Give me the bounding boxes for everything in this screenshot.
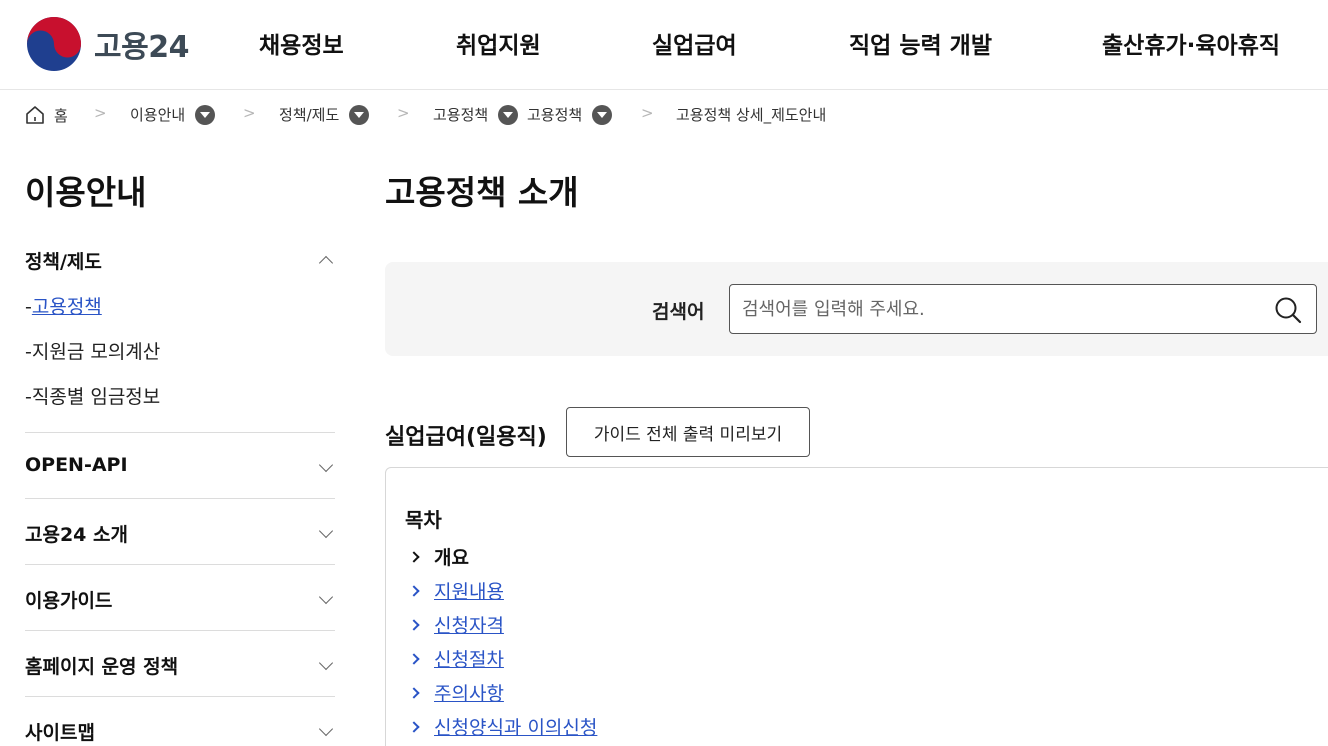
chevron-down-icon xyxy=(318,589,334,605)
breadcrumb-label: 고용정책 xyxy=(433,106,489,124)
page-title: 고용정책 소개 xyxy=(385,173,579,212)
toc-item-label: 개요 xyxy=(434,547,469,569)
sidebar-group-label: OPEN-API xyxy=(25,454,128,476)
site-logo[interactable]: 고용24 xyxy=(26,16,189,72)
dash: - xyxy=(25,386,32,408)
breadcrumb: 홈 > 이용안내 > 정책/제도 > 고용정책 고용정책 > 고용정책 상세_제… xyxy=(0,90,1328,140)
breadcrumb-label: 이용안내 xyxy=(130,106,186,124)
dropdown-icon[interactable] xyxy=(592,104,613,125)
breadcrumb-item-employment-policy-2[interactable]: 고용정책 xyxy=(527,104,613,125)
dash: - xyxy=(25,341,32,363)
sidebar-group-usage-guide[interactable]: 이용가이드 xyxy=(25,586,335,612)
chevron-right-icon: > xyxy=(641,104,654,122)
dash: - xyxy=(25,296,32,318)
toc-item-label: 신청절차 xyxy=(434,649,504,671)
toc-item-eligibility[interactable]: 신청자격 xyxy=(408,611,504,638)
chevron-right-icon: > xyxy=(397,104,410,122)
toc-item-label: 신청양식과 이의신청 xyxy=(434,717,598,739)
nav-vocational-training[interactable]: 직업 능력 개발 xyxy=(849,26,992,60)
divider xyxy=(25,432,335,433)
search-icon[interactable] xyxy=(1273,295,1303,325)
toc-item-procedure[interactable]: 신청절차 xyxy=(408,645,504,672)
sidebar-group-site-policy[interactable]: 홈페이지 운영 정책 xyxy=(25,652,335,678)
sidebar-group-sitemap[interactable]: 사이트맵 xyxy=(25,718,335,744)
breadcrumb-label: 고용정책 상세_제도안내 xyxy=(676,106,827,124)
nav-job-info[interactable]: 채용정보 xyxy=(259,26,344,60)
chevron-right-icon: > xyxy=(243,104,256,122)
sidebar-item-subsidy-calculator[interactable]: -지원금 모의계산 xyxy=(25,337,160,364)
toc-item-label: 신청자격 xyxy=(434,615,504,637)
chevron-right-icon xyxy=(408,686,420,699)
sidebar-group-open-api[interactable]: OPEN-API xyxy=(25,454,335,478)
breadcrumb-item-policy[interactable]: 정책/제도 xyxy=(279,104,370,125)
taegeuk-logo-icon xyxy=(27,17,81,71)
search-label: 검색어 xyxy=(652,301,705,323)
sidebar-item-label: 직종별 임금정보 xyxy=(31,386,161,408)
sidebar-item-label: 지원금 모의계산 xyxy=(31,341,161,363)
nav-parental-leave[interactable]: 출산휴가·육아휴직 xyxy=(1102,26,1280,60)
toc-item-label: 지원내용 xyxy=(434,581,504,603)
divider xyxy=(25,564,335,565)
chevron-right-icon xyxy=(408,584,420,597)
sidebar-item-wage-info[interactable]: -직종별 임금정보 xyxy=(25,382,160,409)
dropdown-icon[interactable] xyxy=(498,104,519,125)
sidebar-group-label: 이용가이드 xyxy=(25,590,113,612)
chevron-right-icon xyxy=(408,618,420,631)
nav-employment-support[interactable]: 취업지원 xyxy=(456,26,541,60)
chevron-down-icon xyxy=(318,721,334,737)
chevron-right-icon xyxy=(408,720,420,733)
toc-item-cautions[interactable]: 주의사항 xyxy=(408,679,504,706)
sidebar-item-employment-policy[interactable]: -고용정책 xyxy=(25,292,102,319)
sidebar-group-policy[interactable]: 정책/제도 xyxy=(25,247,335,273)
sidebar-item-label: 고용정책 xyxy=(31,296,102,318)
logo-text: 고용24 xyxy=(94,30,189,65)
chevron-right-icon xyxy=(408,652,420,665)
search-input[interactable] xyxy=(729,284,1317,334)
breadcrumb-label: 고용정책 xyxy=(527,106,583,124)
dropdown-icon[interactable] xyxy=(349,104,370,125)
print-preview-button[interactable]: 가이드 전체 출력 미리보기 xyxy=(566,407,810,457)
chevron-down-icon xyxy=(318,655,334,671)
home-icon xyxy=(26,106,44,124)
sidebar-group-label: 정책/제도 xyxy=(25,251,102,273)
breadcrumb-item-employment-policy[interactable]: 고용정책 xyxy=(433,104,519,125)
divider xyxy=(25,630,335,631)
breadcrumb-current: 고용정책 상세_제도안내 xyxy=(676,104,826,125)
divider xyxy=(25,498,335,499)
breadcrumb-home[interactable]: 홈 xyxy=(24,104,68,126)
chevron-down-icon xyxy=(318,457,334,473)
divider xyxy=(25,696,335,697)
sidebar-title: 이용안내 xyxy=(25,173,147,212)
toc-item-overview[interactable]: 개요 xyxy=(408,543,469,570)
section-title: 실업급여(일용직) xyxy=(385,425,547,450)
breadcrumb-item-guide[interactable]: 이용안내 xyxy=(130,104,216,125)
breadcrumb-label: 정책/제도 xyxy=(279,106,340,124)
toc-item-support[interactable]: 지원내용 xyxy=(408,577,504,604)
chevron-right-icon xyxy=(408,550,420,563)
sidebar-group-label: 홈페이지 운영 정책 xyxy=(25,656,179,678)
sidebar-group-about[interactable]: 고용24 소개 xyxy=(25,520,335,546)
sidebar-group-label: 고용24 소개 xyxy=(25,524,128,546)
toc-item-label: 주의사항 xyxy=(434,683,504,705)
chevron-down-icon xyxy=(318,523,334,539)
nav-unemployment-benefit[interactable]: 실업급여 xyxy=(652,26,737,60)
chevron-right-icon: > xyxy=(94,104,107,122)
breadcrumb-home-label: 홈 xyxy=(54,106,68,125)
toc-panel xyxy=(385,467,1328,746)
sidebar-group-label: 사이트맵 xyxy=(25,722,95,744)
site-header: 고용24 채용정보 취업지원 실업급여 직업 능력 개발 출산휴가·육아휴직 xyxy=(0,0,1328,90)
dropdown-icon[interactable] xyxy=(195,104,216,125)
toc-item-forms-appeal[interactable]: 신청양식과 이의신청 xyxy=(408,713,598,740)
toc-title: 목차 xyxy=(405,508,442,532)
chevron-up-icon xyxy=(318,255,334,271)
